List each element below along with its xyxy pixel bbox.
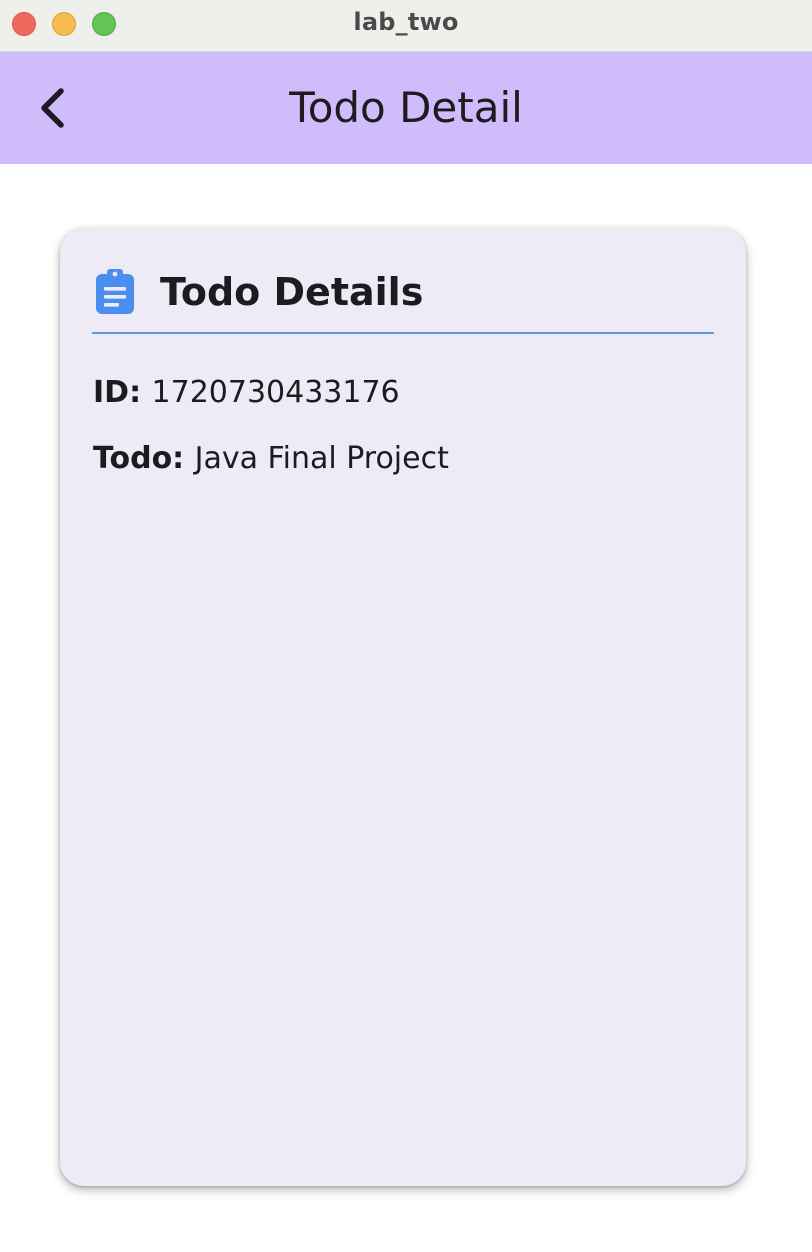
todo-text-row: Todo: Java Final Project bbox=[93, 439, 449, 479]
todo-id-row: ID: 1720730433176 bbox=[93, 373, 400, 413]
window-title: lab_two bbox=[353, 8, 459, 36]
todo-text-value: Java Final Project bbox=[194, 441, 449, 476]
todo-id-value: 1720730433176 bbox=[151, 375, 400, 410]
card-header: Todo Details bbox=[94, 264, 423, 320]
todo-id-label: ID: bbox=[93, 375, 152, 410]
card-divider bbox=[92, 332, 714, 334]
todo-text-label: Todo: bbox=[93, 441, 195, 476]
todo-detail-card: Todo Details ID: 1720730433176 Todo: Jav… bbox=[60, 228, 746, 1186]
card-title: Todo Details bbox=[160, 270, 424, 314]
page-title: Todo Detail bbox=[289, 83, 523, 132]
clipboard-icon bbox=[96, 269, 134, 314]
app-window: lab_two Todo Detail Todo Details ID: 172 bbox=[0, 0, 812, 1252]
window-titlebar[interactable]: lab_two bbox=[0, 0, 812, 52]
app-bar: Todo Detail bbox=[0, 52, 812, 164]
